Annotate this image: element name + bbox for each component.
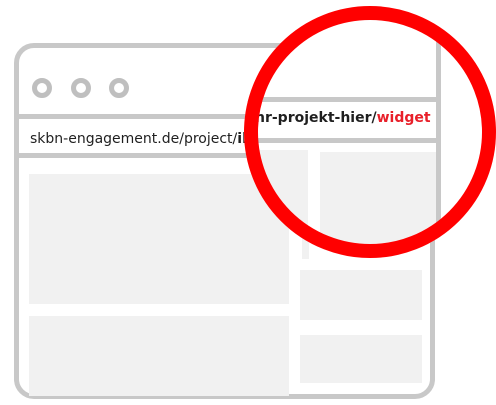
magnifier-ring	[244, 6, 496, 258]
sidebar-placeholder-3	[300, 335, 422, 383]
url-prefix: skbn-engagement.de/project/	[30, 131, 238, 147]
sidebar-placeholder-2	[300, 270, 422, 320]
content-placeholder-secondary	[29, 316, 289, 396]
window-control-dot-1	[32, 78, 52, 98]
window-control-dot-3	[109, 78, 129, 98]
window-control-dot-2	[71, 78, 91, 98]
address-bar-url: skbn-engagement.de/project/ihr	[30, 131, 259, 147]
